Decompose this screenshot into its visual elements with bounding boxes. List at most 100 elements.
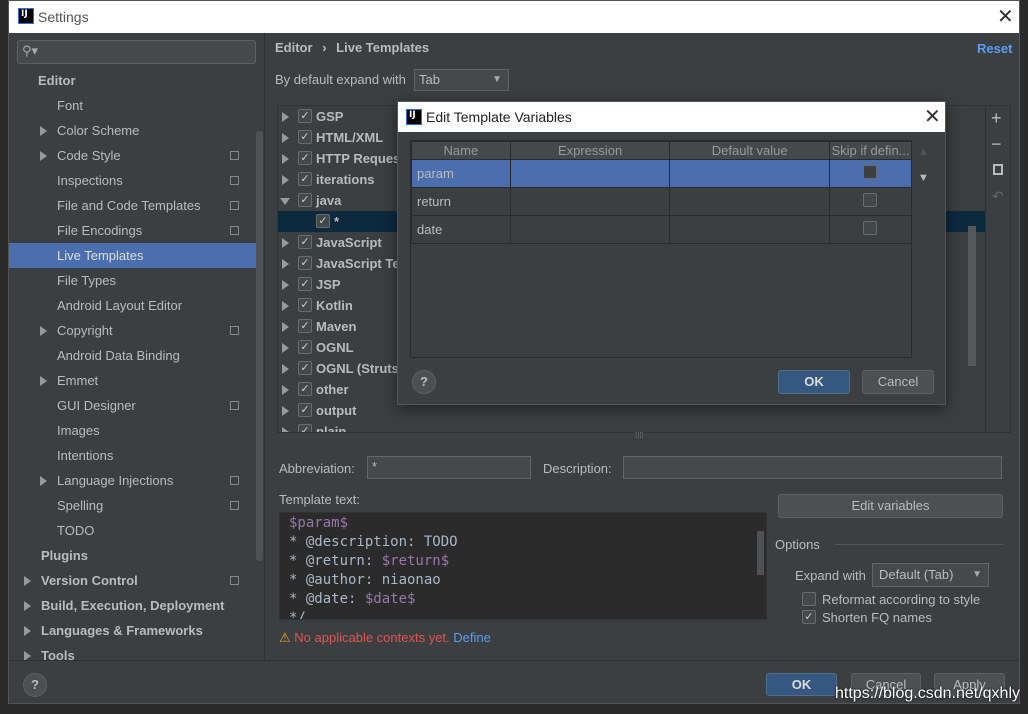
expand-arrow-icon[interactable] (40, 376, 47, 386)
sidebar-item[interactable]: File Types (9, 268, 256, 293)
sidebar-item[interactable]: Code Style (9, 143, 256, 168)
sidebar-item[interactable]: Intentions (9, 443, 256, 468)
sidebar-item[interactable]: Live Templates (9, 243, 256, 268)
expand-select[interactable]: Tab ▼ (414, 69, 509, 91)
help-button[interactable]: ? (23, 673, 47, 697)
expand-arrow-icon[interactable] (40, 151, 47, 161)
sidebar-item[interactable]: Spelling (9, 493, 256, 518)
sidebar-item[interactable]: File and Code Templates (9, 193, 256, 218)
sidebar-item[interactable]: Copyright (9, 318, 256, 343)
sidebar-item[interactable]: Plugins (9, 543, 256, 568)
ok-button[interactable]: OK (766, 673, 837, 696)
expand-arrow-icon[interactable] (24, 626, 31, 636)
expand-arrow-icon[interactable] (282, 427, 289, 432)
variable-default-cell[interactable] (669, 159, 830, 188)
remove-icon[interactable]: − (991, 134, 1002, 155)
sidebar-item[interactable]: Build, Execution, Deployment (9, 593, 256, 618)
sidebar-item[interactable]: Tools (9, 643, 256, 661)
description-input[interactable] (623, 456, 1002, 479)
expand-arrow-icon[interactable] (282, 385, 289, 395)
column-expression[interactable]: Expression (509, 141, 671, 160)
sidebar-item[interactable]: Languages & Frameworks (9, 618, 256, 643)
dialog-close-icon[interactable]: ✕ (924, 104, 941, 129)
settings-search-input[interactable]: ⚲▾ (17, 40, 256, 64)
variable-name-cell[interactable]: return (411, 187, 511, 216)
sidebar-item[interactable]: GUI Designer (9, 393, 256, 418)
abbreviation-input[interactable]: * (367, 456, 531, 479)
variable-row[interactable]: date (411, 215, 913, 244)
skip-if-defined-checkbox[interactable] (863, 221, 878, 235)
restore-icon[interactable]: ↶ (992, 188, 1004, 205)
variable-expression-cell[interactable] (509, 187, 671, 216)
template-checkbox[interactable]: ✓ (316, 214, 330, 228)
expand-arrow-icon[interactable] (280, 198, 290, 205)
template-checkbox[interactable]: ✓ (298, 403, 312, 417)
template-checkbox[interactable]: ✓ (298, 340, 312, 354)
template-checkbox[interactable]: ✓ (298, 424, 312, 432)
sidebar-scrollbar[interactable] (256, 131, 263, 561)
template-checkbox[interactable]: ✓ (298, 277, 312, 291)
sidebar-item[interactable]: Android Layout Editor (9, 293, 256, 318)
variable-expression-cell[interactable] (509, 159, 671, 188)
template-checkbox[interactable]: ✓ (298, 151, 312, 165)
expand-arrow-icon[interactable] (282, 154, 289, 164)
expand-arrow-icon[interactable] (282, 343, 289, 353)
define-link[interactable]: Define (453, 630, 491, 645)
reset-link[interactable]: Reset (977, 41, 1012, 56)
tree-scrollbar[interactable] (968, 226, 976, 366)
expand-arrow-icon[interactable] (282, 259, 289, 269)
expand-arrow-icon[interactable] (282, 112, 289, 122)
template-text-editor[interactable]: $param$ * @description: TODO * @return: $r… (279, 512, 767, 620)
expand-arrow-icon[interactable] (282, 364, 289, 374)
breadcrumb-editor[interactable]: Editor (275, 40, 313, 55)
variable-row[interactable]: return (411, 187, 913, 216)
sidebar-item[interactable]: TODO (9, 518, 256, 543)
dialog-help-button[interactable]: ? (412, 370, 436, 394)
variable-name-cell[interactable]: date (411, 215, 511, 244)
expand-arrow-icon[interactable] (24, 601, 31, 611)
expand-arrow-icon[interactable] (282, 175, 289, 185)
template-checkbox[interactable]: ✓ (298, 319, 312, 333)
shorten-checkbox[interactable]: ✓ (802, 610, 816, 624)
template-checkbox[interactable]: ✓ (298, 235, 312, 249)
expand-arrow-icon[interactable] (24, 576, 31, 586)
sidebar-item[interactable]: File Encodings (9, 218, 256, 243)
move-up-icon[interactable]: ▲ (918, 146, 929, 158)
template-checkbox[interactable]: ✓ (298, 382, 312, 396)
column-default-value[interactable]: Default value (669, 141, 830, 160)
template-checkbox[interactable]: ✓ (298, 193, 312, 207)
template-checkbox[interactable]: ✓ (298, 256, 312, 270)
expand-arrow-icon[interactable] (282, 238, 289, 248)
template-checkbox[interactable]: ✓ (298, 361, 312, 375)
variable-row[interactable]: param (411, 159, 913, 188)
sidebar-item[interactable]: Emmet (9, 368, 256, 393)
skip-if-defined-checkbox[interactable] (863, 165, 878, 179)
sidebar-item[interactable]: Android Data Binding (9, 343, 256, 368)
column-name[interactable]: Name (411, 141, 511, 160)
expand-arrow-icon[interactable] (282, 406, 289, 416)
sidebar-item[interactable]: Color Scheme (9, 118, 256, 143)
sidebar-item[interactable]: Editor (9, 68, 256, 93)
expand-arrow-icon[interactable] (40, 326, 47, 336)
template-checkbox[interactable]: ✓ (298, 298, 312, 312)
expand-arrow-icon[interactable] (282, 280, 289, 290)
expand-arrow-icon[interactable] (282, 301, 289, 311)
sidebar-item[interactable]: Inspections (9, 168, 256, 193)
edit-variables-button[interactable]: Edit variables (778, 494, 1003, 518)
variable-default-cell[interactable] (669, 215, 830, 244)
template-checkbox[interactable]: ✓ (298, 109, 312, 123)
close-icon[interactable]: ✕ (997, 4, 1014, 29)
template-checkbox[interactable]: ✓ (298, 172, 312, 186)
editor-scrollbar[interactable] (757, 531, 764, 575)
expand-arrow-icon[interactable] (40, 476, 47, 486)
add-icon[interactable]: + (991, 108, 1002, 129)
sidebar-item[interactable]: Font (9, 93, 256, 118)
template-group-row[interactable]: ✓ plain (278, 421, 985, 432)
expand-arrow-icon[interactable] (282, 322, 289, 332)
sidebar-item[interactable]: Language Injections (9, 468, 256, 493)
dialog-cancel-button[interactable]: Cancel (862, 370, 934, 394)
column-skip-if-defined[interactable]: Skip if defin... (828, 141, 913, 160)
variable-expression-cell[interactable] (509, 215, 671, 244)
expand-arrow-icon[interactable] (282, 133, 289, 143)
expand-with-select[interactable]: Default (Tab) ▼ (872, 563, 989, 587)
